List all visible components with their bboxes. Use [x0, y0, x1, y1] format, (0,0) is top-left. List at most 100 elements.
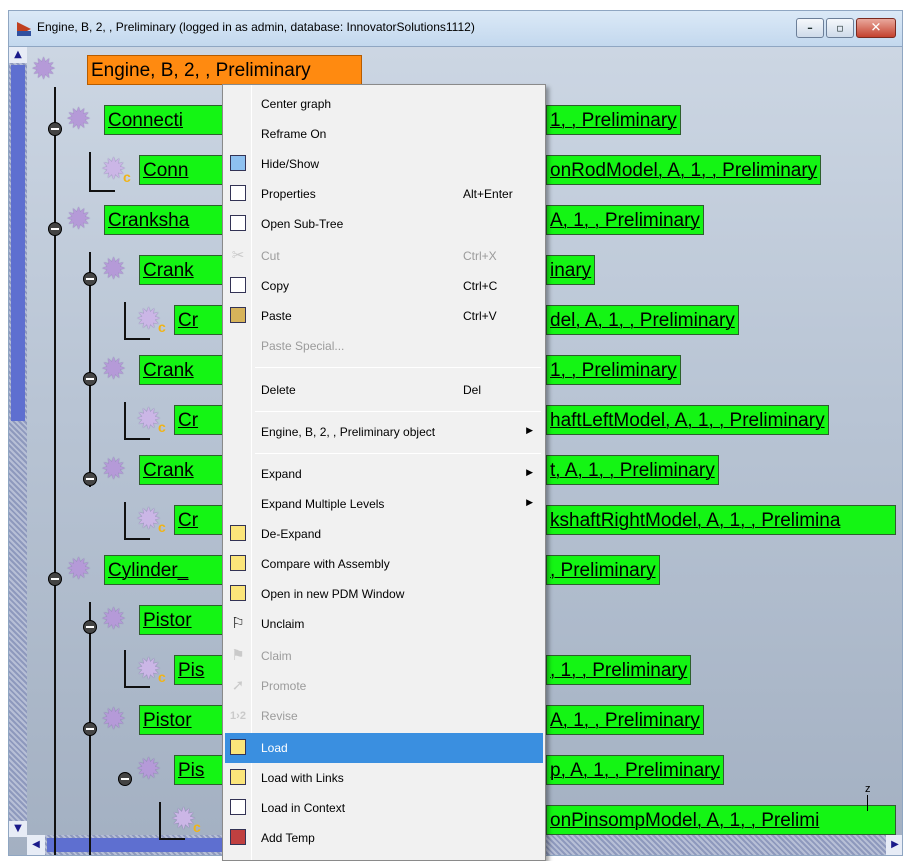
menu-item-promote[interactable]: ➚ Promote — [225, 671, 543, 701]
menu-item-label: Revise — [261, 709, 298, 723]
add-temp-icon — [228, 829, 248, 847]
menu-item-label: Load — [261, 741, 288, 755]
load-context-icon — [228, 799, 248, 817]
assembly-gear-icon: ✹ — [101, 352, 127, 387]
tree-line — [159, 838, 185, 840]
menu-item-label: Delete — [261, 383, 296, 397]
menu-item-label: Copy — [261, 279, 290, 293]
node-label-tail[interactable]: , Preliminary — [546, 555, 660, 585]
node-label-tail[interactable]: t, A, 1, , Preliminary — [546, 455, 719, 485]
load-links-icon — [228, 769, 248, 787]
menu-item-hide-show[interactable]: Hide/Show — [225, 149, 543, 179]
menu-item-de-expand[interactable]: De-Expand — [225, 519, 543, 549]
copy-icon — [228, 277, 248, 295]
menu-item-add-temp[interactable]: Add Temp — [225, 823, 543, 853]
menu-item-label: Properties — [261, 187, 316, 201]
node-label-tail[interactable]: A, 1, , Preliminary — [546, 705, 704, 735]
node-label-tail[interactable]: 1, , Preliminary — [546, 105, 681, 135]
menu-item-unclaim[interactable]: ⚐ Unclaim — [225, 609, 543, 639]
menu-item-load[interactable]: Load — [225, 733, 543, 763]
node-label-tail[interactable]: del, A, 1, , Preliminary — [546, 305, 739, 335]
menu-item-expand-multiple-levels[interactable]: Expand Multiple Levels ▶ — [225, 489, 543, 519]
menu-item-cut[interactable]: ✂ Cut Ctrl+X — [225, 241, 543, 271]
menu-item-paste-special[interactable]: Paste Special... — [225, 331, 543, 361]
paste-icon — [228, 307, 248, 325]
node-label-tail[interactable]: onRodModel, A, 1, , Preliminary — [546, 155, 822, 185]
assembly-gear-icon: ✹ — [66, 202, 92, 237]
pdm-window-icon — [228, 585, 248, 603]
scroll-right-arrow-icon[interactable]: ▶ — [886, 835, 902, 855]
node-label-tail[interactable]: haftLeftModel, A, 1, , Preliminary — [546, 405, 829, 435]
menu-item-revise[interactable]: 1›2 Revise — [225, 701, 543, 731]
menu-item-label: Open in new PDM Window — [261, 587, 405, 601]
maximize-button[interactable]: ▫ — [826, 18, 854, 38]
revise-icon: 1›2 — [230, 710, 246, 722]
context-menu: Center graph Reframe On Hide/Show Proper… — [222, 84, 546, 861]
window-title: Engine, B, 2, , Preliminary (logged in a… — [37, 20, 475, 34]
assembly-gear-icon: ✹ — [101, 252, 127, 287]
node-label-tail[interactable]: A, 1, , Preliminary — [546, 205, 704, 235]
collapse-toggle-icon[interactable] — [48, 572, 62, 586]
node-label-tail[interactable]: , 1, , Preliminary — [546, 655, 692, 685]
assembly-gear-icon: ✹ — [31, 52, 57, 87]
vertical-scrollbar[interactable]: ▲ ▼ — [9, 47, 27, 837]
menu-item-shortcut: Ctrl+V — [463, 309, 497, 323]
menu-item-reframe-on[interactable]: Reframe On — [225, 119, 543, 149]
menu-item-expand[interactable]: Expand ▶ — [225, 459, 543, 489]
unclaim-flag-icon: ⚐ — [231, 615, 245, 632]
menu-item-compare-with-assembly[interactable]: Compare with Assembly — [225, 549, 543, 579]
tree-line — [89, 252, 91, 487]
menu-item-load-in-context[interactable]: Load in Context — [225, 793, 543, 823]
menu-item-open-sub-tree[interactable]: Open Sub-Tree — [225, 209, 543, 239]
close-button[interactable]: ✕ — [856, 18, 896, 38]
menu-item-open-in-new-pdm-window[interactable]: Open in new PDM Window — [225, 579, 543, 609]
collapse-toggle-icon[interactable] — [83, 722, 97, 736]
de-expand-icon — [228, 525, 248, 543]
maximize-icon: ▫ — [836, 21, 844, 35]
node-label-tail[interactable]: inary — [546, 255, 596, 285]
collapse-toggle-icon[interactable] — [83, 620, 97, 634]
axis-indicator: z — [865, 783, 871, 811]
collapse-toggle-icon[interactable] — [83, 472, 97, 486]
menu-item-shortcut: Del — [463, 383, 482, 397]
menu-item-claim[interactable]: ⚑ Claim — [225, 641, 543, 671]
vertical-scroll-thumb[interactable] — [11, 65, 25, 421]
menu-item-properties[interactable]: Properties Alt+Enter — [225, 179, 543, 209]
node-label[interactable]: Engine, B, 2, , Preliminary — [87, 55, 362, 85]
collapse-toggle-icon[interactable] — [83, 372, 97, 386]
assembly-gear-icon: ✹ — [101, 602, 127, 637]
collapse-toggle-icon[interactable] — [48, 222, 62, 236]
menu-item-label: Open Sub-Tree — [261, 217, 344, 231]
menu-item-label: Hide/Show — [261, 157, 320, 171]
app-icon — [17, 21, 31, 36]
assembly-gear-icon: ✹ — [101, 702, 127, 737]
config-c-icon: c — [158, 669, 166, 685]
menu-item-shortcut: Ctrl+X — [463, 249, 497, 263]
scroll-left-arrow-icon[interactable]: ◀ — [27, 835, 45, 855]
menu-item-copy[interactable]: Copy Ctrl+C — [225, 271, 543, 301]
node-label-tail[interactable]: kshaftRightModel, A, 1, , Prelimina — [546, 505, 896, 535]
load-icon — [228, 739, 248, 757]
collapse-toggle-icon[interactable] — [118, 772, 132, 786]
menu-item-load-with-links[interactable]: Load with Links — [225, 763, 543, 793]
menu-item-delete[interactable]: Delete Del — [225, 375, 543, 405]
tree-line — [124, 502, 126, 540]
menu-item-object-submenu[interactable]: Engine, B, 2, , Preliminary object ▶ — [225, 417, 543, 447]
scroll-down-arrow-icon[interactable]: ▼ — [9, 821, 27, 837]
properties-icon — [228, 185, 248, 203]
menu-item-label: Load in Context — [261, 801, 346, 815]
config-c-icon: c — [158, 319, 166, 335]
node-label-tail[interactable]: 1, , Preliminary — [546, 355, 681, 385]
scroll-up-arrow-icon[interactable]: ▲ — [9, 47, 27, 63]
collapse-toggle-icon[interactable] — [48, 122, 62, 136]
node-label-tail[interactable]: onPinsompModel, A, 1, , Prelimi — [546, 805, 896, 835]
minimize-button[interactable]: – — [796, 18, 824, 38]
menu-item-label: Claim — [261, 649, 292, 663]
horizontal-scroll-thumb[interactable] — [47, 838, 227, 852]
node-label-tail[interactable]: p, A, 1, , Preliminary — [546, 755, 725, 785]
menu-item-label: Unclaim — [261, 617, 305, 631]
menu-item-center-graph[interactable]: Center graph — [225, 89, 543, 119]
collapse-toggle-icon[interactable] — [83, 272, 97, 286]
menu-item-paste[interactable]: Paste Ctrl+V — [225, 301, 543, 331]
menu-item-label: Promote — [261, 679, 307, 693]
